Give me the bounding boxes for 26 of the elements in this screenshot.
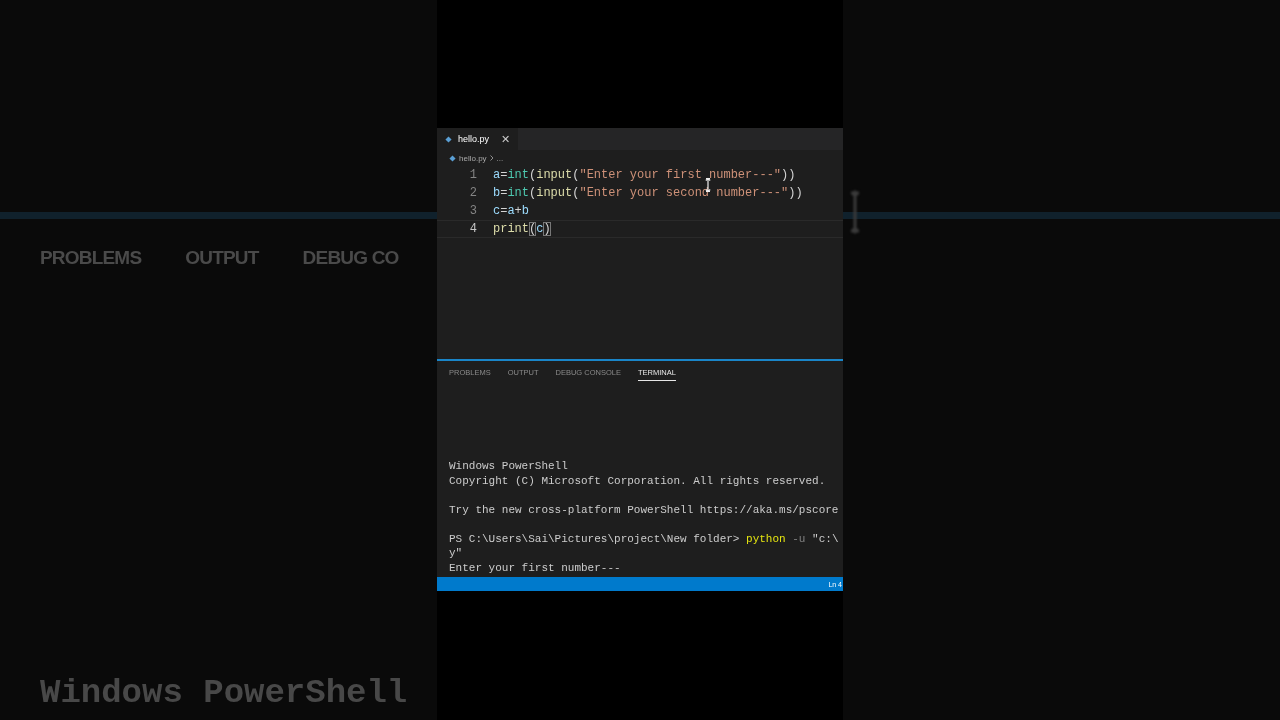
breadcrumb-item[interactable]: hello.py [459,153,487,163]
line-number: 1 [468,168,478,182]
code-line: a=int(input("Enter your first number---")) [493,168,796,182]
terminal-line: PS C:\Users\Sai\Pictures\project\New folder> python -u "c:\ [449,531,840,546]
terminal-line: y" [449,546,464,561]
terminal-line: Try the new cross-platform PowerShell https://aka.ms/pscore [449,502,840,517]
code-line: c=a+b [493,204,529,218]
resize-cursor-icon [849,190,861,234]
code-line: print(c) [493,222,551,236]
breadcrumb-item[interactable]: ... [496,153,504,163]
python-file-icon [445,135,452,143]
line-number: 4 [468,222,478,236]
terminal-line: Windows PowerShell [449,459,569,474]
blurred-tab-label: DEBUG CO [302,247,399,269]
blurred-tab-label: OUTPUT [185,247,259,269]
editor-tab[interactable]: hello.py ✕ [437,128,519,150]
line-number: 3 [468,204,478,218]
close-icon[interactable]: ✕ [501,132,511,146]
blurred-tab-label: PROBLEMS [40,247,142,269]
chevron-icon [489,155,494,161]
line-number: 2 [468,186,478,200]
blurred-terminal-text: Windows PowerShell [39,674,409,712]
code-line: b=int(input("Enter your second number---")) [493,186,803,200]
terminal-line: Copyright (C) Microsoft Corporation. All rights reserved. [449,473,827,488]
python-file-icon [449,154,456,162]
terminal-line: Enter your first number--- [449,560,622,575]
